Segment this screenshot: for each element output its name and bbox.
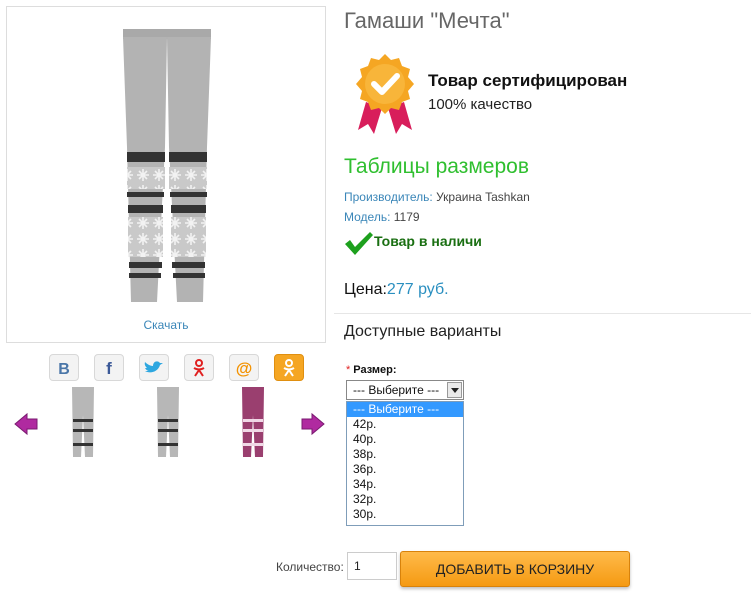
quantity-label: Количество:	[276, 560, 344, 574]
twitter-icon	[144, 360, 163, 372]
thumbnail-3[interactable]	[239, 385, 267, 459]
manufacturer-row: Производитель: Украина Tashkan	[344, 190, 530, 204]
manufacturer-label[interactable]: Производитель:	[344, 190, 433, 204]
size-select-value: --- Выберите ---	[353, 383, 440, 397]
vk-share-button[interactable]: В	[49, 354, 79, 381]
mail-icon: @	[236, 359, 253, 378]
model-row: Модель: 1179	[344, 210, 420, 224]
product-title: Гамаши "Мечта"	[344, 8, 510, 33]
stock-status: Товар в наличи	[374, 233, 482, 249]
size-option[interactable]: --- Выберите ---	[347, 402, 463, 417]
size-option[interactable]: 42р.	[347, 417, 463, 432]
thumbnail-1[interactable]	[69, 385, 97, 459]
size-label: * Размер:	[346, 364, 397, 376]
svg-text:В: В	[58, 361, 70, 377]
size-option[interactable]: 40р.	[347, 432, 463, 447]
size-dropdown-list: --- Выберите --- 42р. 40р. 38р. 36р. 34р…	[346, 401, 464, 526]
size-option[interactable]: 30р.	[347, 507, 463, 522]
arrow-right-icon	[301, 412, 325, 436]
next-arrow-button[interactable]	[300, 412, 326, 436]
price-row: Цена:277 руб.	[344, 281, 449, 299]
mail-share-button[interactable]: @	[229, 354, 259, 381]
size-option[interactable]: 36р.	[347, 462, 463, 477]
dropdown-arrow-icon[interactable]	[447, 382, 462, 398]
size-option[interactable]: 38р.	[347, 447, 463, 462]
ok-icon	[283, 358, 295, 377]
gray-leggings-thumb	[72, 387, 94, 457]
vk-icon: В	[58, 361, 70, 377]
download-link[interactable]: Скачать	[6, 318, 326, 332]
size-select[interactable]: --- Выберите ---	[346, 380, 464, 400]
size-option[interactable]: 34р.	[347, 477, 463, 492]
size-option[interactable]: 32р.	[347, 492, 463, 507]
price-value: 277 руб.	[386, 281, 449, 298]
certificate-badge-icon	[352, 52, 418, 136]
main-product-image[interactable]	[6, 6, 326, 343]
arrow-left-icon	[14, 412, 38, 436]
model-value: 1179	[390, 210, 420, 224]
size-label-text: Размер:	[353, 364, 397, 376]
facebook-icon: f	[106, 359, 112, 377]
odnoklassniki-icon	[193, 358, 205, 377]
ok-share-button[interactable]	[274, 354, 304, 381]
certificate-subtitle: 100% качество	[428, 96, 533, 113]
prev-arrow-button[interactable]	[13, 412, 39, 436]
quantity-input[interactable]	[347, 552, 397, 580]
thumbnail-2[interactable]	[154, 385, 182, 459]
svg-text:f: f	[106, 359, 112, 377]
twitter-share-button[interactable]	[139, 354, 169, 381]
purple-leggings-thumb	[242, 387, 264, 457]
manufacturer-value: Украина Tashkan	[432, 190, 530, 204]
leggings-image	[123, 29, 211, 302]
price-label: Цена:	[344, 281, 387, 298]
divider	[334, 313, 751, 314]
variants-heading: Доступные варианты	[344, 323, 502, 340]
facebook-share-button[interactable]: f	[94, 354, 124, 381]
odnoklassniki-share-button[interactable]	[184, 354, 214, 381]
required-mark: *	[346, 364, 351, 376]
checkmark-icon	[344, 230, 374, 256]
add-to-cart-button[interactable]: ДОБАВИТЬ В КОРЗИНУ	[400, 551, 630, 587]
model-label: Модель:	[344, 210, 391, 224]
size-table-link[interactable]: Таблицы размеров	[344, 155, 529, 179]
svg-text:@: @	[236, 359, 253, 378]
certificate-title: Товар сертифицирован	[428, 71, 628, 90]
gray-leggings-thumb-2	[157, 387, 179, 457]
